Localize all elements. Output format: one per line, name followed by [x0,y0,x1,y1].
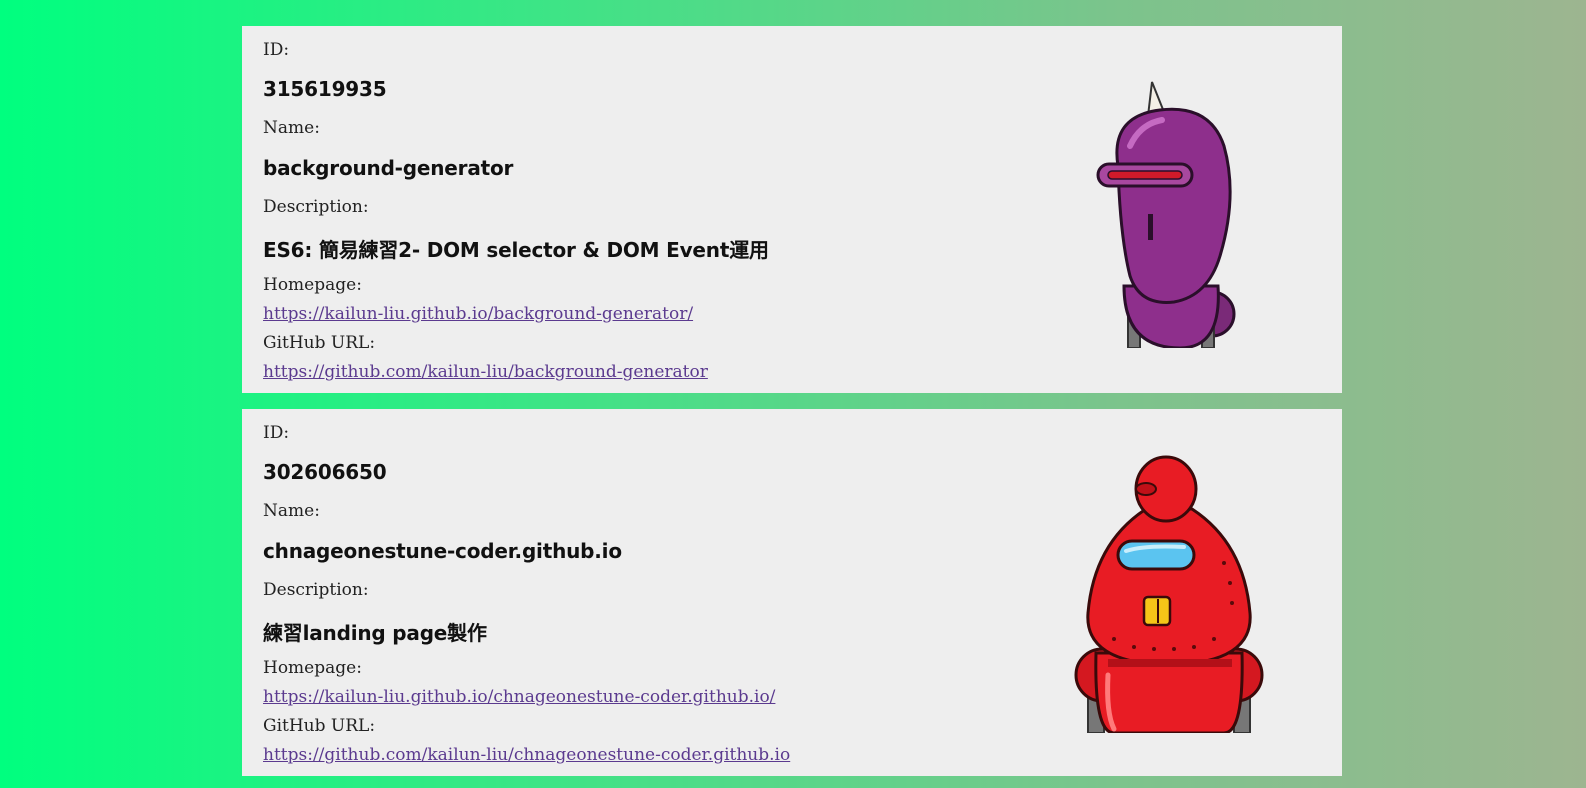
github-url-label: GitHub URL: [263,716,376,736]
repo-id: 315619935 [263,77,387,101]
homepage-link[interactable]: https://kailun-liu.github.io/background-… [263,304,693,324]
repo-card: ID: 315619935 Name: background-generator… [242,26,1342,393]
id-label: ID: [263,423,290,443]
description-label: Description: [263,197,369,217]
homepage-label: Homepage: [263,275,362,295]
homepage-label: Homepage: [263,658,362,678]
name-label: Name: [263,501,320,521]
purple-robot-icon [1096,81,1236,348]
github-link[interactable]: https://github.com/kailun-liu/chnageones… [263,745,790,765]
repo-card: ID: 302606650 Name: chnageonestune-coder… [242,409,1342,776]
name-label: Name: [263,118,320,138]
github-url-label: GitHub URL: [263,333,376,353]
github-link[interactable]: https://github.com/kailun-liu/background… [263,362,708,382]
id-label: ID: [263,40,290,60]
repo-id: 302606650 [263,460,387,484]
repo-name: background-generator [263,156,514,180]
repo-name: chnageonestune-coder.github.io [263,539,622,563]
red-robot-icon [1074,455,1264,733]
repo-description: ES6: 簡易練習2- DOM selector & DOM Event運用 [263,238,769,262]
homepage-link[interactable]: https://kailun-liu.github.io/chnageonest… [263,687,775,707]
description-label: Description: [263,580,369,600]
repo-description: 練習landing page製作 [263,621,487,645]
